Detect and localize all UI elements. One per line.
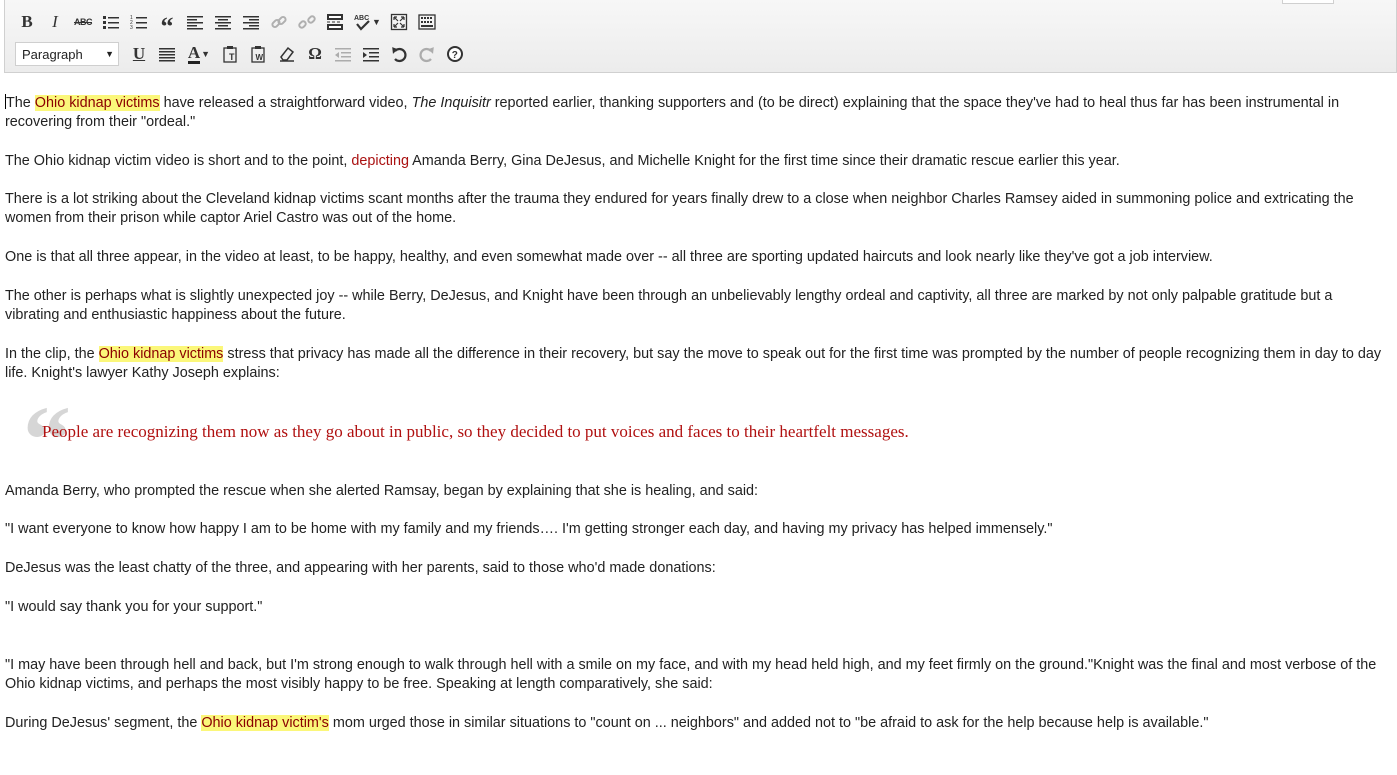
strikethrough-button[interactable]: ABC xyxy=(69,9,97,35)
paragraph-1: The Ohio kidnap victims have released a … xyxy=(5,94,1340,130)
editor-content[interactable]: The Ohio kidnap victims have released a … xyxy=(5,74,1389,775)
undo-button[interactable] xyxy=(385,41,413,67)
blockquote-button[interactable]: “ xyxy=(153,9,181,41)
insert-more-tag-button[interactable] xyxy=(321,9,349,35)
text-color-button[interactable]: A ▼ xyxy=(181,41,217,67)
text-color-label: A xyxy=(187,42,201,64)
unlink-icon xyxy=(298,13,316,31)
eraser-icon xyxy=(278,45,296,63)
chevron-down-icon: ▼ xyxy=(201,49,211,59)
redo-button[interactable] xyxy=(413,41,441,67)
align-left-button[interactable] xyxy=(181,9,209,35)
italic-label: I xyxy=(52,12,58,31)
kitchen-sink-icon xyxy=(418,13,436,31)
justify-icon xyxy=(158,45,176,63)
underline-label: U xyxy=(132,44,146,63)
kitchen-sink-button[interactable] xyxy=(413,9,441,35)
paragraph-10: "I would say thank you for your support.… xyxy=(5,599,263,615)
align-center-icon xyxy=(214,13,232,31)
blockquote-text: People are recognizing them now as they … xyxy=(42,422,909,441)
format-select[interactable]: Paragraph ▼ xyxy=(15,42,119,66)
align-right-button[interactable] xyxy=(237,9,265,35)
justify-button[interactable] xyxy=(153,41,181,67)
fullscreen-icon xyxy=(390,13,408,31)
help-button[interactable]: ? xyxy=(441,41,469,67)
paragraph-2: The Ohio kidnap victim video is short an… xyxy=(5,153,1120,169)
svg-text:3: 3 xyxy=(130,25,133,31)
red-keyword-link[interactable]: depicting xyxy=(351,153,409,169)
paragraph-11: "I may have been through hell and back, … xyxy=(5,657,1377,692)
special-character-button[interactable]: Ω xyxy=(301,41,329,67)
paragraph-4: One is that all three appear, in the vid… xyxy=(5,249,1213,265)
blockquote-label: “ xyxy=(160,12,174,41)
paragraph-6: In the clip, the Ohio kidnap victims str… xyxy=(5,346,1382,381)
svg-text:?: ? xyxy=(452,50,458,61)
paste-text-button[interactable]: T xyxy=(217,41,245,67)
undo-icon xyxy=(390,45,408,63)
highlighted-keyword: Ohio kidnap victim's xyxy=(201,715,329,731)
paragraph-9: DeJesus was the least chatty of the thre… xyxy=(5,560,716,576)
spellcheck-button[interactable]: ABC ▼ xyxy=(349,9,385,35)
insert-link-button[interactable] xyxy=(265,9,293,35)
align-left-icon xyxy=(186,13,204,31)
strikethrough-label: ABC xyxy=(74,17,93,27)
paragraph-8: "I want everyone to know how happy I am … xyxy=(5,521,1053,537)
fullscreen-button[interactable] xyxy=(385,9,413,35)
bold-label: B xyxy=(21,12,33,31)
align-right-icon xyxy=(242,13,260,31)
chevron-down-icon: ▼ xyxy=(105,49,114,59)
svg-text:T: T xyxy=(229,52,235,62)
italic-button[interactable]: I xyxy=(41,9,69,35)
clear-formatting-button[interactable] xyxy=(273,41,301,67)
paste-word-button[interactable]: W xyxy=(245,41,273,67)
editor-toolbar: B I ABC 1 2 3 “ABC ▼ Paragraph ▼ U A ▼ T W Ω? xyxy=(4,0,1397,73)
paragraph-5: The other is perhaps what is slightly un… xyxy=(5,288,1333,323)
highlighted-keyword: Ohio kidnap victims xyxy=(98,346,224,362)
highlighted-keyword: Ohio kidnap victims xyxy=(34,95,160,111)
redo-icon xyxy=(418,45,436,63)
svg-text:W: W xyxy=(256,53,264,62)
align-center-button[interactable] xyxy=(209,9,237,35)
tab-edge xyxy=(1282,0,1334,4)
indent-button[interactable] xyxy=(357,41,385,67)
paste-word-icon: W xyxy=(250,45,268,63)
bullet-list-icon xyxy=(102,13,120,31)
outdent-icon xyxy=(334,45,352,63)
svg-text:ABC: ABC xyxy=(354,15,369,22)
paragraph-7: Amanda Berry, who prompted the rescue wh… xyxy=(5,483,759,499)
spellcheck-icon: ABC xyxy=(353,13,371,31)
more-tag-icon xyxy=(326,13,344,31)
paragraph-12: During DeJesus' segment, the Ohio kidnap… xyxy=(5,715,1209,731)
numbered-list-icon: 123 xyxy=(130,13,148,31)
toolbar-row-1: B I ABC 1 2 3 “ABC ▼ xyxy=(13,7,441,41)
special-character-label: Ω xyxy=(308,44,322,63)
format-select-value: Paragraph xyxy=(22,46,83,62)
outdent-button[interactable] xyxy=(329,41,357,67)
help-icon: ? xyxy=(446,45,464,63)
toolbar-row-2: Paragraph ▼ U A ▼ T W Ω? xyxy=(13,39,469,69)
underline-button[interactable]: U xyxy=(125,41,153,67)
bullet-list-button[interactable] xyxy=(97,9,125,35)
numbered-list-button[interactable]: 123 xyxy=(125,9,153,35)
chevron-down-icon: ▼ xyxy=(372,17,381,27)
paste-text-icon: T xyxy=(222,45,240,63)
link-icon xyxy=(270,13,288,31)
bold-button[interactable]: B xyxy=(13,9,41,35)
indent-icon xyxy=(362,45,380,63)
remove-link-button[interactable] xyxy=(293,9,321,35)
paragraph-3: There is a lot striking about the Clevel… xyxy=(5,191,1354,226)
